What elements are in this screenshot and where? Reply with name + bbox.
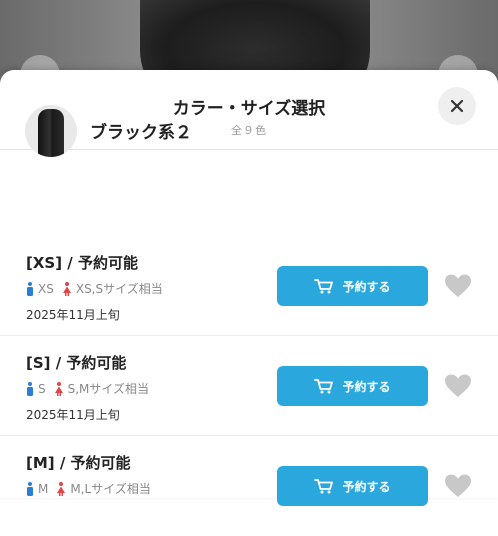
female-figure-icon [62, 281, 71, 296]
male-size: S [38, 381, 46, 396]
size-fit: M M,Lサイズ相当 [26, 480, 151, 497]
male-size: M [38, 481, 49, 496]
reserve-button-label: 予約する [342, 279, 391, 294]
color-thumbnail[interactable] [25, 105, 77, 157]
female-figure-icon [54, 381, 63, 396]
size-label: [M] / 予約可能 [26, 454, 131, 472]
female-figure-icon [57, 481, 66, 496]
size-label: [S] / 予約可能 [26, 354, 127, 372]
female-size: XS,Sサイズ相当 [75, 282, 163, 296]
size-fit: XS XS,Sサイズ相当 [26, 280, 163, 297]
reserve-button-label: 予約する [342, 379, 391, 394]
color-name: ブラック系２ [90, 123, 192, 143]
male-figure-icon [27, 481, 33, 496]
size-row-xs: [XS] / 予約可能 XS XS,Sサイズ相当 2025年11月上旬 予約する [0, 236, 498, 336]
heart-icon[interactable] [444, 273, 472, 299]
cart-icon [314, 379, 334, 394]
heart-icon[interactable] [444, 473, 472, 499]
heart-icon[interactable] [444, 373, 472, 399]
sheet-title: カラー・サイズ選択 [172, 99, 326, 119]
cart-icon [314, 279, 334, 294]
close-icon [450, 99, 464, 113]
male-figure-icon [27, 381, 33, 396]
color-thumbnail-image [38, 109, 64, 157]
size-row-s: [S] / 予約可能 S S,Mサイズ相当 2025年11月上旬 予約する [0, 336, 498, 436]
female-size: S,Mサイズ相当 [67, 382, 150, 396]
close-button[interactable] [438, 87, 476, 125]
reserve-button-label: 予約する [342, 479, 391, 494]
size-row-m: [M] / 予約可能 M M,Lサイズ相当 予約する [0, 436, 498, 536]
male-size: XS [38, 281, 54, 296]
male-figure-icon [27, 281, 33, 296]
delivery-date: 2025年11月上旬 [26, 408, 120, 422]
cart-icon [314, 479, 334, 494]
size-label: [XS] / 予約可能 [26, 254, 139, 272]
reserve-button[interactable]: 予約する [277, 466, 428, 506]
female-size: M,Lサイズ相当 [70, 482, 151, 496]
size-fit: S S,Mサイズ相当 [26, 380, 149, 397]
delivery-date: 2025年11月上旬 [26, 308, 120, 322]
reserve-button[interactable]: 予約する [277, 266, 428, 306]
reserve-button[interactable]: 予約する [277, 366, 428, 406]
